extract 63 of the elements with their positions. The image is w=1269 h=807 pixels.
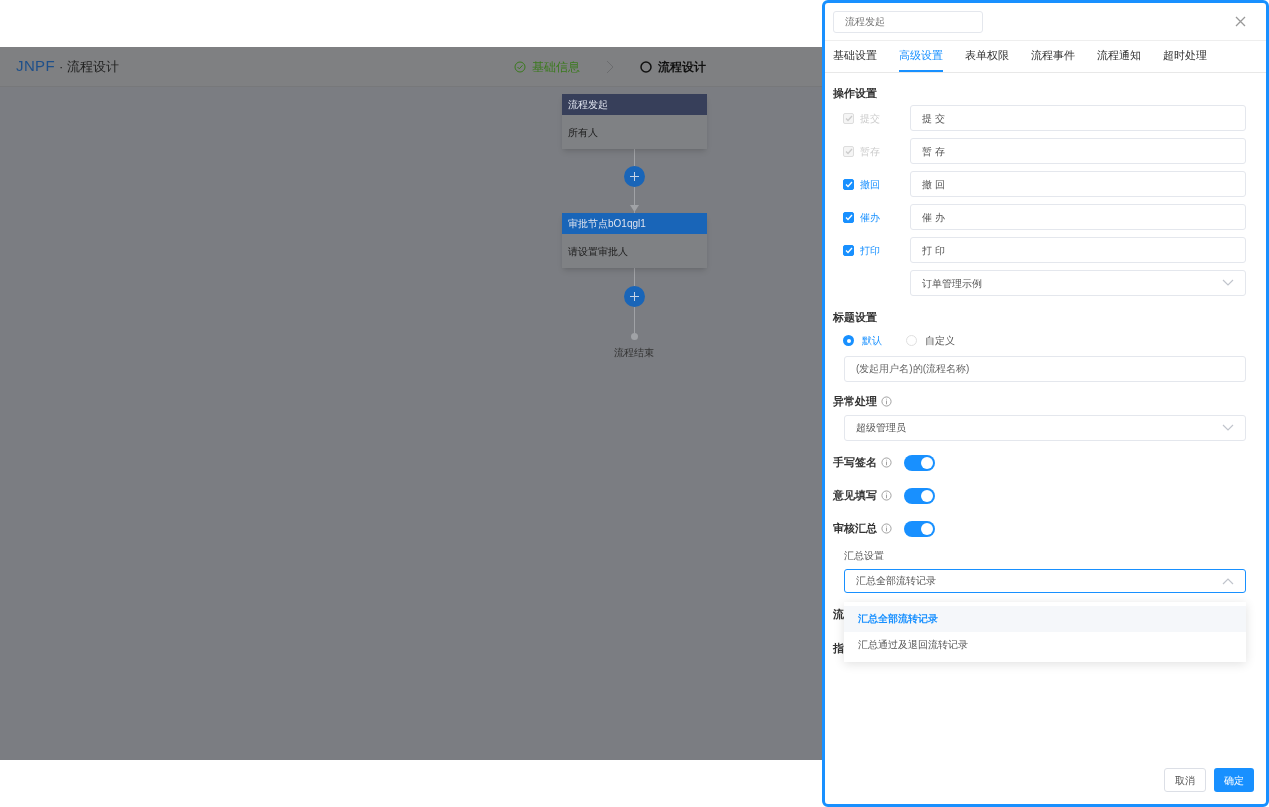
node-name-field[interactable]: 流程发起 [833, 10, 983, 33]
checkbox[interactable] [843, 211, 854, 223]
section-title: 指 [833, 640, 844, 654]
input-field[interactable]: 打 印 [910, 237, 1246, 263]
add-node-button[interactable] [624, 286, 645, 307]
check-icon [844, 180, 853, 188]
exception-select[interactable]: 超级管理员 [844, 414, 1246, 441]
tab[interactable]: 流程通知 [1097, 41, 1141, 72]
title-input-field[interactable]: (发起用户名)的(流程名称) [844, 355, 1246, 382]
plus-icon [630, 292, 639, 301]
toggle-switch[interactable] [904, 454, 935, 471]
checkbox-label: 撤回 [860, 177, 880, 192]
radio-label: 自定义 [925, 334, 955, 348]
add-node-button[interactable] [624, 166, 645, 187]
switch-label: 意见填写 [833, 488, 877, 504]
tab[interactable]: 流程事件 [1031, 41, 1075, 72]
summary-select[interactable]: 汇总全部流转记录 [844, 568, 1246, 593]
field-label: 汇总设置 [844, 548, 885, 563]
chevron-icon [1222, 423, 1234, 432]
tab[interactable]: 基础设置 [833, 41, 877, 72]
radio-label: 默认 [862, 334, 882, 348]
check-icon [844, 114, 853, 122]
info-icon [881, 396, 892, 407]
switch-label: 审核汇总 [833, 521, 877, 537]
end-label: 流程结束 [614, 346, 654, 360]
tab[interactable]: 表单权限 [965, 41, 1009, 72]
step-label[interactable]: 流程设计 [658, 57, 706, 76]
checkbox-label: 打印 [860, 243, 880, 258]
plus-icon [630, 172, 639, 181]
flow-node[interactable]: 审批节点bO1qgl1 请设置审批人 [562, 213, 707, 268]
chevron-icon [1222, 576, 1234, 585]
input-field[interactable]: 撤 回 [910, 171, 1246, 197]
check-icon [844, 246, 853, 254]
check-icon [844, 213, 853, 221]
template-select[interactable]: 订单管理示例 [910, 270, 1246, 296]
page-title: · 流程设计 [59, 57, 119, 76]
flow-node[interactable]: 流程发起 所有人 [562, 94, 707, 149]
check-icon [844, 147, 853, 155]
close-icon[interactable] [1235, 16, 1246, 27]
node-content: 请设置审批人 [568, 246, 628, 257]
checkbox-label: 催办 [860, 210, 880, 225]
checkbox[interactable] [843, 178, 854, 190]
info-icon [881, 523, 892, 534]
checkbox[interactable] [843, 244, 854, 256]
toggle-switch[interactable] [904, 520, 935, 537]
node-title: 审批节点bO1qgl1 [568, 217, 646, 231]
dropdown-option[interactable]: 汇总通过及退回流转记录 [844, 631, 1246, 658]
radio-button[interactable] [843, 335, 854, 346]
info-icon [881, 457, 892, 468]
cancel-button[interactable]: 取消 [1164, 768, 1206, 792]
section-title: 异常处理 [833, 394, 877, 410]
section-title: 流 [833, 606, 844, 620]
node-content: 所有人 [568, 127, 598, 138]
switch-label: 手写签名 [833, 455, 877, 471]
chevron-icon [1222, 279, 1234, 287]
input-field[interactable]: 催 办 [910, 204, 1246, 230]
section-title: 操作设置 [833, 86, 878, 99]
logo: JNPF [16, 56, 55, 77]
toggle-switch[interactable] [904, 487, 935, 504]
section-title: 标题设置 [833, 310, 878, 325]
tab[interactable]: 超时处理 [1163, 41, 1207, 72]
node-title: 流程发起 [568, 98, 608, 112]
info-icon [881, 490, 892, 501]
